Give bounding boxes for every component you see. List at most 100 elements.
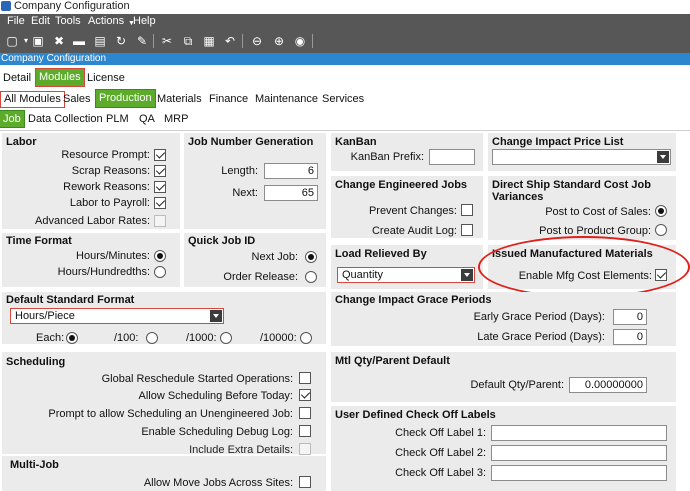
- load-relieved-title: Load Relieved By: [335, 248, 427, 260]
- menu-bar: File Edit Tools Actions ▼ Help: [0, 14, 690, 29]
- stop-icon[interactable]: ◉: [292, 33, 308, 49]
- module-tab-strip: All Modules Sales Production Materials F…: [0, 89, 690, 109]
- default-qty-parent-input[interactable]: 0.00000000: [569, 377, 647, 393]
- scrap-reasons-label: Scrap Reasons:: [71, 165, 150, 177]
- multi-job-panel: Multi-Job Allow Move Jobs Across Sites:: [2, 456, 326, 491]
- move-jobs-sites-checkbox[interactable]: [299, 476, 311, 488]
- delete-icon[interactable]: ✖: [51, 33, 67, 49]
- tab-plm[interactable]: PLM: [103, 112, 132, 127]
- per-10000-radio[interactable]: [300, 332, 312, 344]
- per-100-label: /100:: [114, 332, 139, 344]
- toolbar-separator: [153, 34, 154, 48]
- advanced-labor-rates-checkbox[interactable]: [154, 215, 166, 227]
- resource-prompt-checkbox[interactable]: [154, 149, 166, 161]
- back-icon[interactable]: ⊖: [249, 33, 265, 49]
- unengineered-job-checkbox[interactable]: [299, 407, 311, 419]
- tab-modules[interactable]: Modules: [35, 68, 85, 87]
- tab-materials[interactable]: Materials: [154, 92, 205, 107]
- tab-license[interactable]: License: [84, 71, 128, 86]
- per-100-radio[interactable]: [146, 332, 158, 344]
- job-number-title: Job Number Generation: [188, 136, 314, 148]
- chevron-down-icon[interactable]: [210, 310, 222, 322]
- menu-help[interactable]: Help: [133, 15, 156, 28]
- early-grace-input[interactable]: 0: [613, 309, 647, 325]
- tab-finance[interactable]: Finance: [206, 92, 251, 107]
- scrap-reasons-checkbox[interactable]: [154, 165, 166, 177]
- scheduling-title: Scheduling: [6, 356, 66, 368]
- load-relieved-panel: Load Relieved By Quantity: [331, 245, 483, 289]
- late-grace-input[interactable]: 0: [613, 329, 647, 345]
- post-cost-of-sales-label: Post to Cost of Sales:: [545, 206, 651, 218]
- change-impact-price-select[interactable]: [492, 149, 671, 165]
- hours-minutes-radio[interactable]: [154, 250, 166, 262]
- menu-file[interactable]: File: [7, 15, 25, 28]
- rework-reasons-label: Rework Reasons:: [63, 181, 150, 193]
- menu-actions[interactable]: Actions: [88, 15, 124, 28]
- tab-mrp[interactable]: MRP: [161, 112, 191, 127]
- tab-qa[interactable]: QA: [136, 112, 158, 127]
- prevent-changes-checkbox[interactable]: [461, 204, 473, 216]
- change-impact-price-title: Change Impact Price List: [492, 136, 624, 148]
- allow-before-today-checkbox[interactable]: [299, 389, 311, 401]
- undo-icon[interactable]: ↶: [222, 33, 238, 49]
- order-release-label: Order Release:: [223, 271, 298, 283]
- paste-icon[interactable]: ▦: [201, 33, 217, 49]
- kanban-title: KanBan: [335, 136, 377, 148]
- post-product-group-radio[interactable]: [655, 224, 667, 236]
- multi-job-title: Multi-Job: [10, 459, 59, 471]
- checkoff-input-2[interactable]: [491, 445, 667, 461]
- tab-production[interactable]: Production: [95, 89, 156, 108]
- tab-detail[interactable]: Detail: [0, 71, 34, 86]
- order-release-radio[interactable]: [305, 271, 317, 283]
- checkoff-input-1[interactable]: [491, 425, 667, 441]
- app-icon: [1, 1, 11, 11]
- scheduling-debug-checkbox[interactable]: [299, 425, 311, 437]
- change-impact-price-panel: Change Impact Price List: [488, 133, 676, 171]
- direct-ship-panel: Direct Ship Standard Cost Job Variances …: [488, 176, 676, 240]
- menu-tools[interactable]: Tools: [55, 15, 81, 28]
- tab-maintenance[interactable]: Maintenance: [252, 92, 321, 107]
- kanban-prefix-input[interactable]: [429, 149, 475, 165]
- save-icon[interactable]: ▣: [30, 33, 46, 49]
- next-job-radio[interactable]: [305, 251, 317, 263]
- rework-reasons-checkbox[interactable]: [154, 181, 166, 193]
- per-1000-label: /1000:: [186, 332, 217, 344]
- per-1000-radio[interactable]: [220, 332, 232, 344]
- refresh-icon[interactable]: ↻: [113, 33, 129, 49]
- print-icon[interactable]: ▤: [92, 33, 108, 49]
- early-grace-label: Early Grace Period (Days):: [473, 311, 605, 323]
- length-label: Length:: [221, 165, 258, 177]
- global-reschedule-checkbox[interactable]: [299, 372, 311, 384]
- time-format-panel: Time Format Hours/Minutes: Hours/Hundred…: [2, 233, 180, 287]
- copy-icon[interactable]: ⧉: [180, 33, 196, 49]
- labor-to-payroll-checkbox[interactable]: [154, 197, 166, 209]
- next-input[interactable]: 65: [264, 185, 318, 201]
- toolbar-separator: [242, 34, 243, 48]
- forward-icon[interactable]: ⊕: [271, 33, 287, 49]
- create-audit-log-checkbox[interactable]: [461, 224, 473, 236]
- hours-hundredths-radio[interactable]: [154, 266, 166, 278]
- menu-edit[interactable]: Edit: [31, 15, 50, 28]
- load-relieved-select[interactable]: Quantity: [337, 267, 475, 283]
- kanban-panel: KanBan KanBan Prefix:: [331, 133, 483, 171]
- length-input[interactable]: 6: [264, 163, 318, 179]
- chevron-down-icon[interactable]: [461, 269, 473, 281]
- clear-icon[interactable]: ▬: [71, 33, 87, 49]
- cut-icon[interactable]: ✂: [159, 33, 175, 49]
- checkoff-input-3[interactable]: [491, 465, 667, 481]
- clear-brush-icon[interactable]: ✎: [134, 33, 150, 49]
- divider: [0, 130, 690, 131]
- each-radio[interactable]: [66, 332, 78, 344]
- default-standard-select[interactable]: Hours/Piece: [10, 308, 224, 324]
- tab-sales[interactable]: Sales: [60, 92, 94, 107]
- tab-all-modules[interactable]: All Modules: [0, 91, 65, 108]
- labor-to-payroll-label: Labor to Payroll:: [69, 197, 150, 209]
- tab-services[interactable]: Services: [319, 92, 367, 107]
- quick-job-panel: Quick Job ID Next Job: Order Release:: [184, 233, 326, 287]
- default-standard-value: Hours/Piece: [15, 310, 75, 322]
- post-cost-of-sales-radio[interactable]: [655, 205, 667, 217]
- chevron-down-icon[interactable]: [657, 151, 669, 163]
- include-extra-details-checkbox[interactable]: [299, 443, 311, 455]
- tab-data-collection[interactable]: Data Collection: [25, 112, 106, 127]
- tab-job[interactable]: Job: [0, 110, 25, 128]
